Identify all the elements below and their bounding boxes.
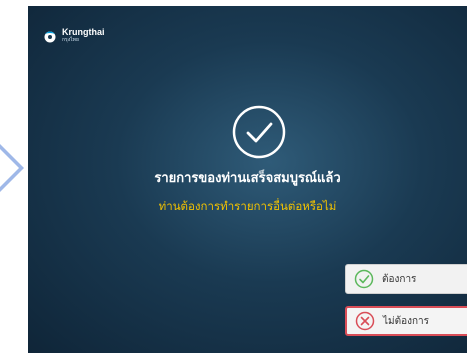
back-arrow-inner bbox=[0, 141, 19, 195]
yes-button-label: ต้องการ bbox=[382, 273, 417, 285]
no-button-label: ไม่ต้องการ bbox=[383, 315, 430, 327]
continue-question: ท่านต้องการทำรายการอื่นต่อหรือไม่ bbox=[158, 199, 337, 213]
x-circle-icon bbox=[355, 311, 375, 331]
brand-sub: กรุงไทย bbox=[62, 37, 79, 43]
success-check-icon bbox=[232, 105, 286, 159]
check-circle-icon bbox=[354, 269, 374, 289]
yes-button[interactable]: ต้องการ bbox=[345, 264, 467, 294]
brand-name: Krungthai bbox=[62, 27, 105, 37]
krungthai-bird-icon bbox=[44, 31, 56, 42]
completion-title: รายการของท่านเสร็จสมบูรณ์แล้ว bbox=[154, 171, 341, 186]
krungthai-logo: Krungthai กรุงไทย bbox=[42, 28, 105, 43]
atm-screen: Krungthai กรุงไทย รายการของท่านเสร็จสมบู… bbox=[28, 6, 467, 353]
no-button[interactable]: ไม่ต้องการ bbox=[345, 306, 467, 336]
